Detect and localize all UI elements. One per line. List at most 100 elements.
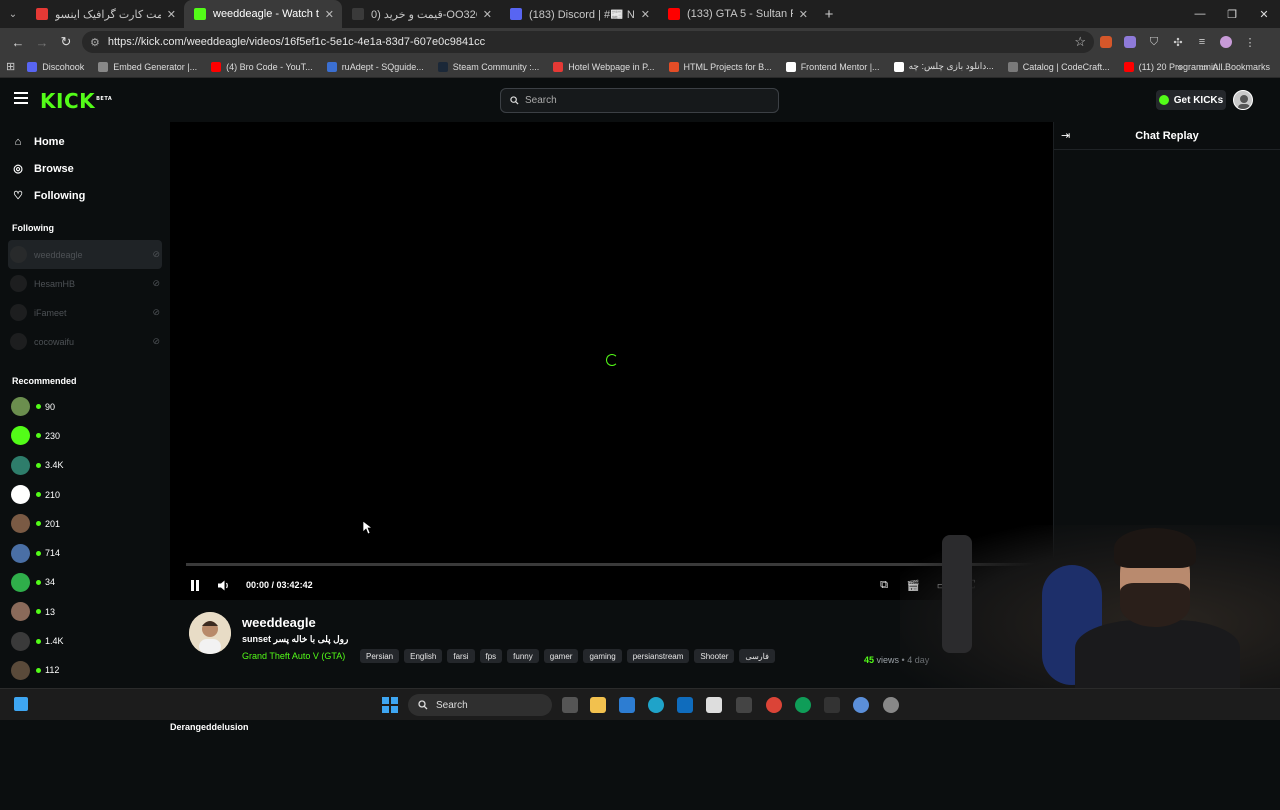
close-tab-icon[interactable]: ✕	[799, 8, 808, 21]
edge-icon[interactable]	[648, 697, 664, 713]
following-item[interactable]: cocowaifu ⊘	[0, 327, 170, 356]
sidebar-nav-home[interactable]: ⌂ Home	[0, 128, 170, 155]
new-tab-button[interactable]: +	[816, 0, 842, 28]
bookmark-item[interactable]: (4) Bro Code - YouT...	[211, 61, 313, 72]
close-tab-icon[interactable]: ✕	[483, 8, 492, 21]
bookmark-star-icon[interactable]: ☆	[1074, 34, 1086, 50]
follow-heart-button[interactable]: ♥	[1009, 616, 1033, 636]
tag-chip[interactable]: English	[404, 649, 443, 663]
task-view-icon[interactable]	[562, 697, 578, 713]
recommended-item[interactable]: Scoobie2uLive DJ34	[0, 568, 1053, 810]
calculator-icon[interactable]	[736, 697, 752, 713]
close-tab-icon[interactable]: ✕	[167, 8, 176, 21]
clip-button[interactable]: 🎬︎	[904, 576, 922, 594]
terminal-icon[interactable]	[824, 697, 840, 713]
bookmark-item[interactable]: Catalog | CodeCraft...	[1007, 61, 1110, 72]
close-window-button[interactable]: ✕	[1248, 0, 1280, 28]
bookmark-item[interactable]: Frontend Mentor |...	[785, 61, 880, 72]
media-icon[interactable]: ≡	[1190, 30, 1214, 54]
site-info-icon[interactable]: ⚙	[90, 36, 100, 49]
shield-icon[interactable]: ⛉	[1142, 30, 1166, 54]
following-item[interactable]: iFameet ⊘	[0, 298, 170, 327]
reload-button[interactable]: ↻	[54, 30, 78, 54]
close-tab-icon[interactable]: ✕	[641, 8, 650, 21]
all-bookmarks-button[interactable]: ▭ All Bookmarks	[1199, 56, 1270, 78]
chrome-icon[interactable]	[766, 697, 782, 713]
video-player[interactable]: 00:00 / 03:42:42 ⧉ 🎬︎ ▭ ⛶ ⟲ ⚙	[170, 122, 1053, 600]
recommended-item[interactable]: DrChubzDPTCall of Duty: Warzone1.4K	[0, 626, 1053, 810]
recommended-item[interactable]: galaxy_esportsCounter-Strike 2210	[0, 480, 1053, 810]
profile-avatar[interactable]	[1214, 30, 1238, 54]
tag-chip[interactable]: gamer	[543, 649, 579, 663]
file-explorer-icon[interactable]	[590, 697, 606, 713]
channel-name[interactable]: weeddeagle	[242, 615, 316, 630]
address-bar[interactable]: ⚙ https://kick.com/weeddeagle/videos/16f…	[82, 31, 1094, 53]
tag-chip[interactable]: fps	[479, 649, 503, 663]
sidebar-nav-following[interactable]: ♡ Following	[0, 182, 170, 209]
bookmark-item[interactable]: ruAdept - SQguide...	[326, 61, 424, 72]
store-icon[interactable]	[706, 697, 722, 713]
tag-chip[interactable]: Shooter	[694, 649, 735, 663]
search-input[interactable]: Search	[500, 88, 779, 113]
browser-tab[interactable]: weeddeagle - Watch the VOD ✕	[184, 0, 342, 28]
taskbar-search[interactable]: Search	[408, 694, 552, 716]
tag-chip[interactable]: persianstream	[626, 649, 690, 663]
user-avatar[interactable]	[1233, 90, 1253, 110]
extensions-puzzle-icon[interactable]: ✣	[1166, 30, 1190, 54]
minimize-button[interactable]: —	[1184, 0, 1216, 28]
chrome-profile-icon[interactable]	[795, 697, 811, 713]
settings-button[interactable]: ⚙	[1020, 576, 1038, 594]
bookmark-item[interactable]: Embed Generator |...	[98, 61, 197, 72]
following-item[interactable]: weeddeagle ⊘	[8, 240, 162, 269]
maximize-button[interactable]: ❐	[1216, 0, 1248, 28]
following-item[interactable]: HesamHB ⊘	[0, 269, 170, 298]
tag-chip[interactable]: Persian	[360, 649, 400, 663]
browser-menu-icon[interactable]: ⋮	[1238, 30, 1262, 54]
outlook-icon[interactable]	[677, 697, 693, 713]
vscode-icon[interactable]	[619, 697, 635, 713]
volume-button[interactable]	[215, 576, 233, 594]
hamburger-menu-icon[interactable]	[14, 92, 28, 104]
bookmark-item[interactable]: دانلود بازی چلس: چه...	[893, 61, 994, 72]
browser-tab[interactable]: خرید و قیمت کارت گرافیک اینسو ✕	[26, 0, 184, 28]
tag-chip[interactable]: فارسی	[739, 649, 775, 663]
bookmark-item[interactable]: Hotel Webpage in P...	[553, 61, 655, 72]
browser-tab[interactable]: (133) GTA 5 - Sultan RS Custom ✕	[658, 0, 816, 28]
tab-search-button[interactable]: ⌄	[0, 0, 26, 28]
recommended-item[interactable]: MrButtaBrownIRL201	[0, 509, 1053, 810]
speed-button[interactable]: ⟲	[991, 576, 1009, 594]
recommended-item[interactable]: ClassybeefSlots & Casino3.4K	[0, 451, 1053, 810]
bookmark-item[interactable]: Steam Community :...	[437, 61, 539, 72]
github-icon[interactable]	[883, 697, 899, 713]
tag-chip[interactable]: gaming	[583, 649, 622, 663]
fullscreen-button[interactable]: ⛶	[962, 576, 980, 594]
browser-tab[interactable]: (183) Discord | #📰 News-Pa ✕	[500, 0, 658, 28]
extension-icon[interactable]	[1118, 30, 1142, 54]
widgets-icon[interactable]	[14, 697, 28, 711]
sidebar-nav-browse[interactable]: ◎ Browse	[0, 155, 170, 182]
recommended-item[interactable]: JaySlots & Casino714	[0, 538, 1053, 810]
tag-chip[interactable]: funny	[507, 649, 539, 663]
bookmark-item[interactable]: HTML Projects for B...	[668, 61, 772, 72]
video-progress-bar[interactable]	[186, 563, 1038, 566]
apps-grid-icon[interactable]: ⊞	[6, 60, 15, 73]
theatre-mode-button[interactable]: ▭	[933, 576, 951, 594]
kick-logo[interactable]: KICKBETA	[40, 89, 112, 113]
start-button[interactable]	[382, 697, 398, 713]
forward-button[interactable]: →	[30, 30, 54, 54]
pause-button[interactable]	[186, 576, 204, 594]
back-button[interactable]: ←	[6, 30, 30, 54]
close-tab-icon[interactable]: ✕	[325, 8, 334, 21]
picture-in-picture-button[interactable]: ⧉	[875, 576, 893, 594]
bookmarks-overflow-icon[interactable]: »	[1177, 56, 1182, 78]
get-kicks-button[interactable]: Get KICKs	[1156, 90, 1226, 110]
recommended-item[interactable]: Kick_ClipzJust Chatting230	[0, 421, 1053, 810]
browser-tab[interactable]: قیمت و خرید (0-OO32G-WHITE ✕	[342, 0, 500, 28]
collapse-chat-icon[interactable]: ⇥	[1061, 129, 1070, 142]
recommended-item[interactable]: DefeatedSoulsPokemon Retro90	[0, 392, 1053, 810]
bookmark-item[interactable]: Discohook	[27, 61, 84, 72]
channel-avatar[interactable]	[189, 612, 231, 654]
tag-chip[interactable]: farsi	[447, 649, 475, 663]
extension-icon[interactable]	[1094, 30, 1118, 54]
recommended-item[interactable]: ma0riChat Roulette13	[0, 597, 1053, 810]
